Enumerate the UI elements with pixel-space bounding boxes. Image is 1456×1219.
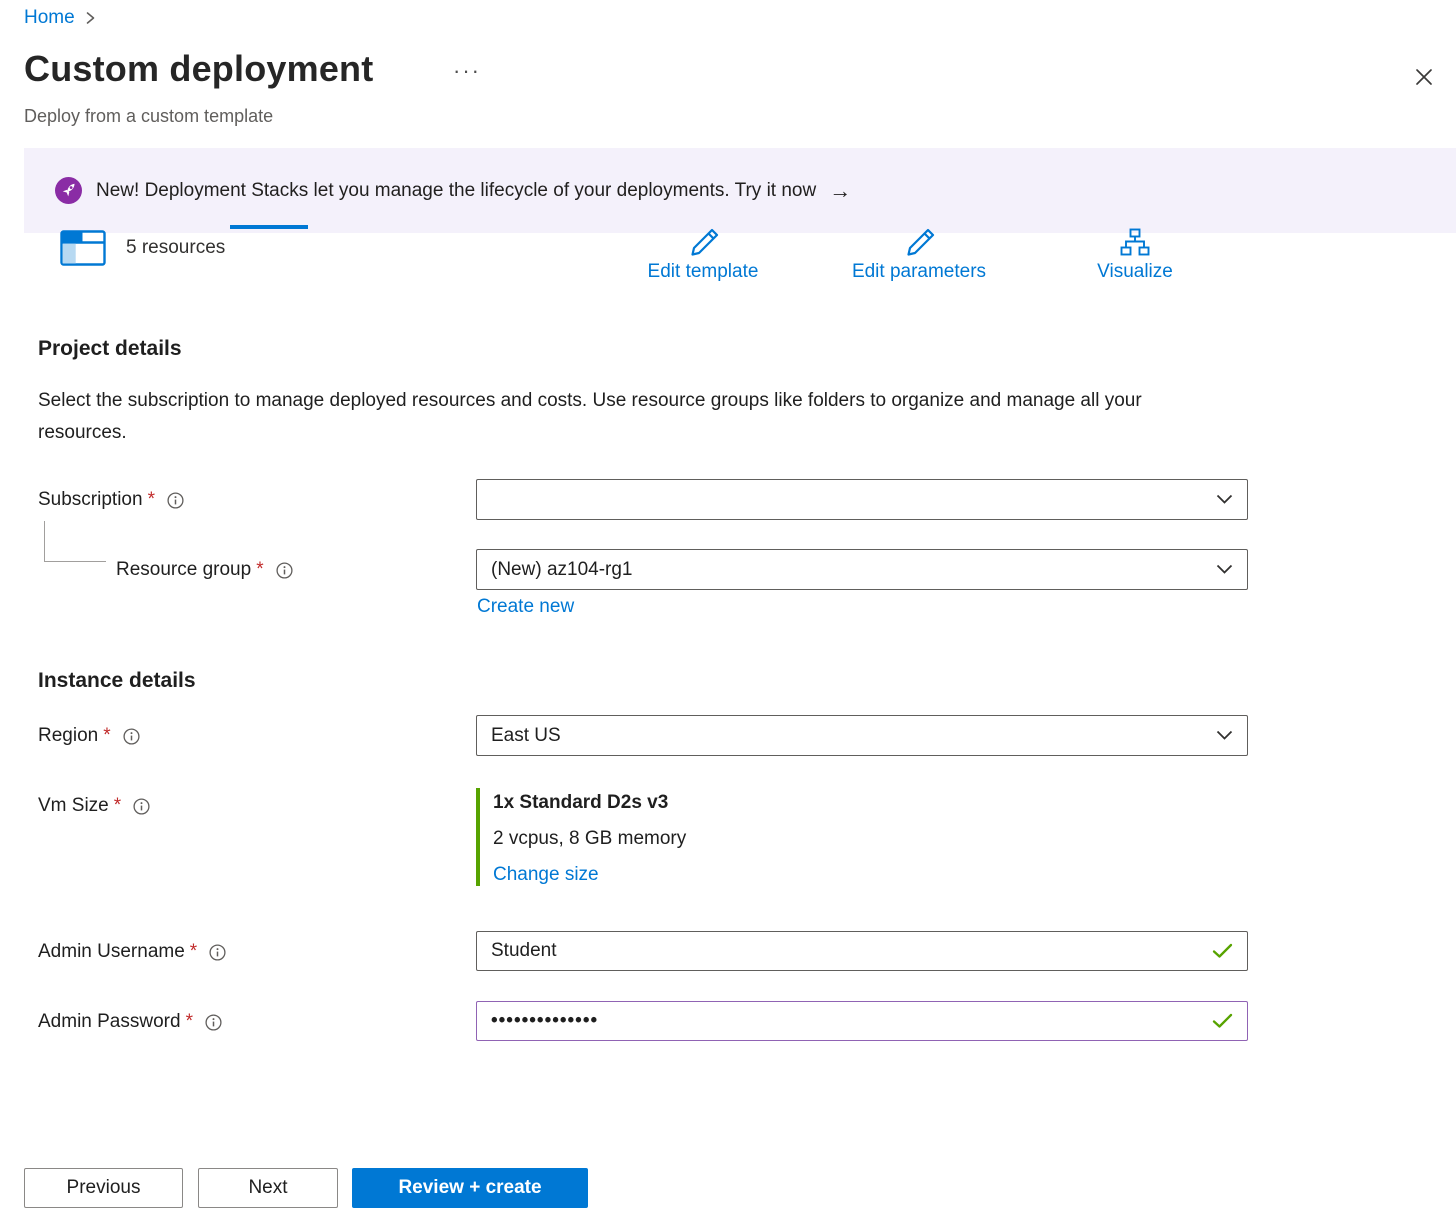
info-icon[interactable] [205, 1014, 222, 1031]
field-tree-connector [44, 521, 106, 562]
change-size-link[interactable]: Change size [493, 864, 599, 886]
required-asterisk: * [103, 725, 110, 747]
vm-size-summary: 1x Standard D2s v3 2 vcpus, 8 GB memory … [476, 788, 686, 886]
breadcrumb: Home [24, 7, 96, 29]
edit-template-label: Edit template [648, 261, 759, 283]
breadcrumb-home-link[interactable]: Home [24, 7, 75, 29]
template-link-fragment [230, 225, 308, 229]
chevron-down-icon [1216, 564, 1233, 575]
project-details-description: Select the subscription to manage deploy… [38, 385, 1188, 449]
required-asterisk: * [256, 559, 263, 581]
vm-size-specs: 2 vcpus, 8 GB memory [493, 828, 686, 850]
template-icon [60, 230, 106, 266]
info-icon[interactable] [209, 944, 226, 961]
next-button[interactable]: Next [198, 1168, 338, 1208]
breadcrumb-chevron-icon [85, 11, 96, 25]
project-details-heading: Project details [38, 337, 182, 361]
page-subtitle: Deploy from a custom template [24, 106, 273, 127]
chevron-down-icon [1216, 730, 1233, 741]
resource-group-value: (New) az104-rg1 [491, 559, 1208, 581]
info-icon[interactable] [123, 728, 140, 745]
subscription-label: Subscription * [38, 489, 184, 511]
resource-group-label: Resource group * [116, 559, 293, 581]
edit-template-button[interactable]: Edit template [628, 228, 778, 283]
required-asterisk: * [186, 1011, 193, 1033]
rocket-icon [55, 177, 82, 204]
subscription-label-text: Subscription [38, 489, 143, 511]
required-asterisk: * [148, 489, 155, 511]
review-create-button[interactable]: Review + create [352, 1168, 588, 1208]
required-asterisk: * [190, 941, 197, 963]
banner-message: New! Deployment Stacks let you manage th… [96, 180, 816, 202]
region-label-text: Region [38, 725, 98, 747]
create-new-link[interactable]: Create new [477, 596, 574, 618]
visualize-button[interactable]: Visualize [1078, 228, 1192, 283]
edit-parameters-button[interactable]: Edit parameters [838, 228, 1000, 283]
deployment-stacks-banner[interactable]: New! Deployment Stacks let you manage th… [24, 148, 1456, 233]
banner-arrow-icon[interactable]: → [829, 180, 851, 202]
custom-deployment-page: Home Custom deployment ··· Deploy from a… [0, 0, 1456, 1219]
region-label: Region * [38, 725, 140, 747]
resources-count-label: 5 resources [126, 237, 225, 259]
org-chart-icon [1120, 228, 1150, 256]
admin-username-input[interactable] [491, 940, 1204, 962]
admin-username-field-wrap [476, 931, 1248, 971]
visualize-label: Visualize [1097, 261, 1173, 283]
admin-password-field-wrap [476, 1001, 1248, 1041]
close-icon[interactable] [1410, 63, 1438, 91]
required-asterisk: * [114, 795, 121, 817]
vm-size-value: 1x Standard D2s v3 [493, 792, 686, 814]
more-options-button[interactable]: ··· [453, 58, 481, 84]
region-dropdown[interactable]: East US [476, 715, 1248, 756]
chevron-down-icon [1216, 494, 1233, 505]
admin-username-label-text: Admin Username [38, 941, 185, 963]
resource-group-label-text: Resource group [116, 559, 251, 581]
instance-details-heading: Instance details [38, 669, 196, 693]
previous-button[interactable]: Previous [24, 1168, 183, 1208]
valid-check-icon [1212, 943, 1233, 959]
pencil-icon [686, 228, 720, 256]
info-icon[interactable] [276, 562, 293, 579]
resource-group-dropdown[interactable]: (New) az104-rg1 [476, 549, 1248, 590]
region-value: East US [491, 725, 1208, 747]
info-icon[interactable] [167, 492, 184, 509]
admin-username-label: Admin Username * [38, 941, 226, 963]
vm-size-label-text: Vm Size [38, 795, 109, 817]
valid-check-icon [1212, 1013, 1233, 1029]
admin-password-label-text: Admin Password [38, 1011, 181, 1033]
template-summary: 5 resources [60, 230, 225, 266]
info-icon[interactable] [133, 798, 150, 815]
edit-parameters-label: Edit parameters [852, 261, 986, 283]
page-title: Custom deployment [24, 48, 373, 90]
vm-size-label: Vm Size * [38, 795, 150, 817]
pencil-icon [902, 228, 936, 256]
admin-password-label: Admin Password * [38, 1011, 222, 1033]
subscription-dropdown[interactable] [476, 479, 1248, 520]
admin-password-input[interactable] [491, 1010, 1204, 1032]
